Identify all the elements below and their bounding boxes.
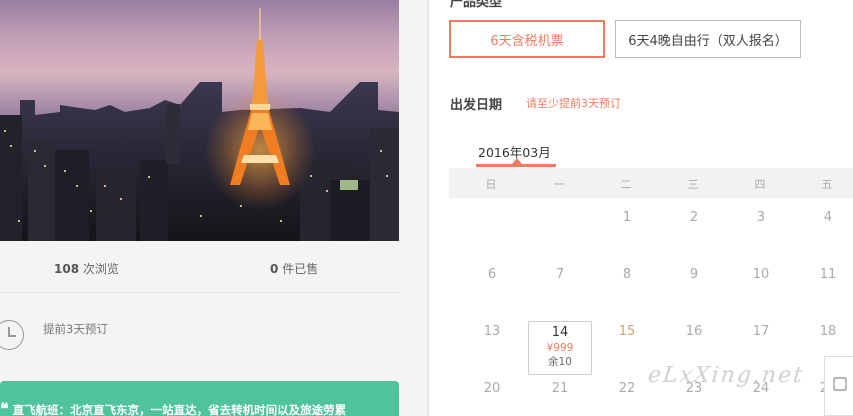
clock-icon — [0, 320, 24, 350]
selected-day-number: 14 — [551, 325, 569, 340]
weekday-mon: 一 — [553, 178, 565, 191]
calendar-day[interactable]: 15 — [612, 324, 642, 339]
calendar-day[interactable]: 20 — [477, 381, 507, 396]
sold-count: 0 — [270, 262, 279, 276]
departure-date-hint: 请至少提前3天预订 — [526, 97, 621, 110]
type-option-freetour[interactable]: 6天4晚自由行（双人报名） — [615, 20, 801, 58]
calendar-day[interactable]: 8 — [612, 267, 642, 282]
site-watermark: eLxXing.net — [646, 363, 806, 388]
sold-label: 件已售 — [282, 262, 319, 276]
calendar-day[interactable]: 9 — [679, 267, 709, 282]
calendar-day[interactable]: 17 — [746, 324, 776, 339]
calendar-day[interactable]: 13 — [477, 324, 507, 339]
calendar-weekday-header: 日 一 二 三 四 五 — [449, 168, 853, 198]
calendar-day-selected[interactable]: 14 ¥999 余10 — [528, 321, 592, 375]
calendar-day[interactable]: 18 — [813, 324, 843, 339]
floating-side-tool[interactable] — [824, 356, 853, 416]
share-icon — [833, 377, 847, 391]
selected-day-price: ¥999 — [546, 342, 574, 354]
quote-icon: ❝ — [0, 399, 9, 416]
weekday-fri: 五 — [821, 178, 833, 191]
calendar-day[interactable]: 10 — [746, 267, 776, 282]
tokyo-tower-photo[interactable] — [0, 0, 399, 241]
weekday-tue: 二 — [620, 178, 632, 191]
sold-stat: 0 件已售 — [270, 260, 318, 277]
advance-booking-text: 提前3天预订 — [43, 322, 108, 336]
month-tab-underline — [476, 164, 556, 167]
booking-panel: 产品类型 6天含税机票 6天4晚自由行（双人报名） 出发日期 请至少提前3天预订… — [430, 0, 853, 416]
calendar-day[interactable]: 16 — [679, 324, 709, 339]
calendar-day[interactable]: 1 — [612, 210, 642, 225]
type-option-ticket[interactable]: 6天含税机票 — [449, 20, 605, 58]
departure-date-label: 出发日期 — [450, 98, 503, 113]
selected-day-stock: 余10 — [548, 356, 572, 368]
flight-info-text: 直飞航班：北京直飞东京，一站直达，省去转机时间以及旅途劳累 — [12, 403, 347, 416]
views-stat: 108 次浏览 — [54, 260, 119, 277]
weekday-wed: 三 — [687, 178, 699, 191]
calendar-day[interactable]: 11 — [813, 267, 843, 282]
calendar-day[interactable]: 2 — [679, 210, 709, 225]
caret-up-icon — [512, 158, 522, 164]
weekday-sun: 日 — [485, 178, 497, 191]
calendar-day[interactable]: 22 — [612, 381, 642, 396]
advance-booking-note: 提前3天预订 — [0, 312, 399, 362]
calendar-day[interactable]: 21 — [545, 381, 575, 396]
calendar-day[interactable]: 3 — [746, 210, 776, 225]
product-type-label: 产品类型 — [450, 0, 503, 10]
views-count: 108 — [54, 262, 80, 276]
calendar-day[interactable]: 4 — [813, 210, 843, 225]
stats-row: 108 次浏览 0 件已售 — [0, 241, 399, 293]
flight-info-banner: ❝ 直飞航班：北京直飞东京，一站直达，省去转机时间以及旅途劳累 — [0, 381, 399, 416]
views-label: 次浏览 — [82, 262, 119, 276]
calendar-day[interactable]: 6 — [477, 267, 507, 282]
page: 108 次浏览 0 件已售 提前3天预订 ❝ 直飞航班：北京直飞东京，一站直达，省… — [0, 0, 853, 416]
weekday-thu: 四 — [754, 178, 766, 191]
calendar-day[interactable]: 7 — [545, 267, 575, 282]
product-gallery-panel: 108 次浏览 0 件已售 提前3天预订 ❝ 直飞航班：北京直飞东京，一站直达，省… — [0, 0, 399, 416]
